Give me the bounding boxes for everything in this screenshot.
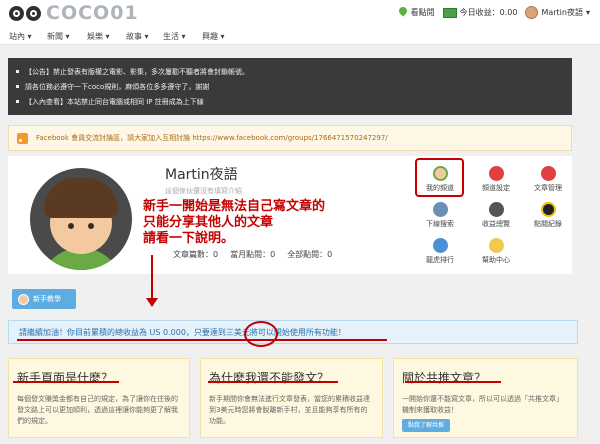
announcement-panel: 【公告】禁止發表有版權之電影、影集，多次屢勸不聽者將會封鎖帳號。 請各位務必遵守… — [8, 58, 572, 115]
nav-item-site[interactable]: 站內 ▾ — [9, 31, 32, 42]
profile-intro: 這個傢伙還沒有填寫介紹 — [165, 187, 242, 195]
info-box-body: 一開始你還不能寫文章，所以可以透過「共推文章」機制來獲取收益！ — [402, 395, 563, 414]
edit-icon — [540, 166, 556, 181]
avatar-eye — [88, 223, 94, 229]
user-name: Martin夜語 — [541, 8, 583, 17]
bullet-icon — [16, 85, 19, 88]
nav-item-story[interactable]: 故事 ▾ — [126, 31, 149, 42]
nav-item-interest[interactable]: 興趣 ▾ — [202, 31, 225, 42]
money-icon — [442, 7, 457, 18]
info-box-why-cant-post: 為什麼我還不能發文？ 新手期間你會無法進行文章發表，當您的累積收益達到3美元時您… — [200, 358, 383, 438]
stat-total-views: 全部點閱：0 — [287, 250, 333, 259]
site-logo[interactable]: COCO01 — [9, 2, 139, 24]
annotation-underline — [13, 381, 119, 383]
points-label: 看點閱 — [410, 8, 435, 17]
top-right-toolbar: 看點閱 今日收益：0.00 Martin夜語 ▾ — [398, 6, 590, 19]
annotation-highlight-box — [415, 158, 464, 197]
logo-eye-right-icon — [26, 5, 41, 21]
ranking-icon — [432, 238, 448, 253]
points-link[interactable]: 看點閱 — [398, 7, 435, 19]
eye-icon — [540, 202, 556, 217]
profile-name: Martin夜語 — [165, 167, 238, 183]
coins-icon — [488, 202, 504, 217]
avatar-hair — [44, 178, 118, 218]
location-pin-icon — [398, 7, 408, 19]
earnings-link[interactable]: 今日收益：0.00 — [442, 7, 518, 18]
annotation-underline — [208, 381, 338, 383]
facebook-link[interactable]: Facebook 會員交流討論區，請大家加入互相討論 https://www.f… — [36, 133, 388, 143]
nav-item-life[interactable]: 生活 ▾ — [163, 31, 186, 42]
menu-item-earnings-overview[interactable]: 收益總覽 — [472, 202, 520, 234]
info-box-newbie-page: 新手頁面是什麼？ 每個發文賺獎金都有自己的規定，為了讓你在往後的發文路上可以更加… — [8, 358, 190, 438]
annotation-circle — [244, 321, 278, 347]
annotation-underline — [17, 339, 387, 341]
annotation-arrow-head — [146, 298, 158, 307]
annotation-note: 新手一開始是無法自己寫文章的 只能分享其他人的文章 請看一下說明。 — [143, 199, 325, 247]
learn-co-push-button[interactable]: 點我了解共推 — [402, 419, 450, 432]
bullet-icon — [16, 70, 19, 73]
main-nav: 站內 ▾ 新聞 ▾ 娛樂 ▾ 故事 ▾ 生活 ▾ 興趣 ▾ — [0, 27, 600, 45]
logo-eye-left-icon — [9, 5, 24, 21]
help-icon — [488, 238, 504, 253]
nav-item-entertainment[interactable]: 娛樂 ▾ — [87, 31, 110, 42]
info-box-body: 新手期間你會無法進行文章發表，當您的累積收益達到3美元時您將會脫離新手村，並且能… — [209, 395, 370, 425]
newbie-tutorial-button[interactable]: 新手教學 — [12, 289, 76, 309]
people-icon — [432, 202, 448, 217]
earnings-progress-text: 請繼續加油！你目前累積的總收益為 US 0.000，只要達到三美元將可以開始使用… — [19, 327, 346, 337]
top-bar: COCO01 看點閱 今日收益：0.00 Martin夜語 ▾ — [0, 0, 600, 27]
settings-icon — [488, 166, 504, 181]
bullet-icon — [16, 100, 19, 103]
nav-item-news[interactable]: 新聞 ▾ — [47, 31, 70, 42]
announcement-line[interactable]: 【入內查看】本站禁止同台電腦或相同 IP 註冊成為上下線 — [16, 94, 564, 109]
menu-item-view-records[interactable]: 點閱紀錄 — [524, 202, 572, 234]
newbie-icon — [18, 293, 29, 305]
stat-monthly-views: 當月點閱：0 — [230, 250, 276, 259]
menu-item-downline-search[interactable]: 下線搜索 — [416, 202, 464, 234]
annotation-line: 新手一開始是無法自己寫文章的 — [143, 199, 326, 214]
annotation-line: 只能分享其他人的文章 — [143, 215, 274, 230]
annotation-line: 請看一下說明。 — [143, 231, 235, 246]
announcement-line: 請各位務必遵守一下coco規則，麻煩各位多多遵守了，謝謝 — [16, 79, 564, 94]
menu-item-article-management[interactable]: 文章管理 — [524, 166, 572, 198]
profile-avatar — [30, 168, 132, 270]
user-menu[interactable]: Martin夜語 ▾ — [525, 6, 590, 19]
avatar-eye — [68, 223, 74, 229]
logo-text: COCO01 — [46, 2, 139, 24]
annotation-underline — [405, 381, 501, 383]
menu-item-ranking[interactable]: 龍虎排行 — [416, 238, 464, 270]
announcement-line: 【公告】禁止發表有版權之電影、影集，多次屢勸不聽者將會封鎖帳號。 — [16, 64, 564, 79]
menu-item-channel-settings[interactable]: 頻道設定 — [472, 166, 520, 198]
earnings-label: 今日收益：0.00 — [459, 8, 518, 17]
rss-icon — [17, 132, 28, 144]
annotation-arrow — [151, 255, 153, 303]
stat-articles: 文章篇數：0 — [173, 250, 219, 259]
facebook-notice: Facebook 會員交流討論區，請大家加入互相討論 https://www.f… — [8, 125, 572, 151]
profile-stats: 文章篇數：0 當月點閱：0 全部點閱：0 — [173, 249, 332, 260]
info-box-body: 每個發文賺獎金都有自己的規定，為了讓你在往後的發文路上可以更加順利，透過這裡讓你… — [17, 395, 178, 425]
avatar — [525, 6, 539, 19]
menu-item-help-center[interactable]: 幫助中心 — [472, 238, 520, 270]
chevron-down-icon: ▾ — [585, 8, 590, 17]
info-box-co-push: 關於共推文章？ 一開始你還不能寫文章，所以可以透過「共推文章」機制來獲取收益！ … — [393, 358, 578, 438]
